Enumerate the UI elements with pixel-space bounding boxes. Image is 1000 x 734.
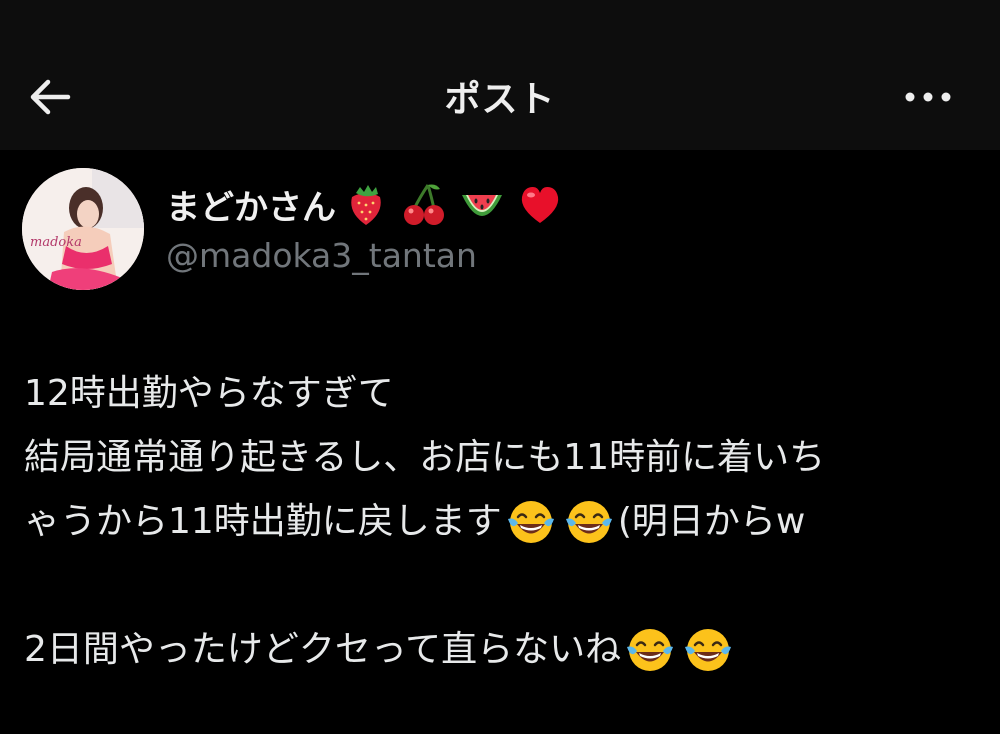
post-line-3: ゃうから11時出勤に戻します (明日からw <box>24 490 984 554</box>
avatar-watermark: madoka <box>30 235 82 250</box>
post-line-4-text: 2日間やったけどクセって直らないね <box>24 629 622 670</box>
page-title: ポスト <box>444 79 556 120</box>
display-name-text: まどかさん <box>166 188 336 228</box>
red-heart-icon <box>521 186 559 223</box>
post-text: 12時出勤やらなすぎて 結局通常通り起きるし、お店にも11時前に着いち ゃうから… <box>24 362 984 682</box>
post-line-2: 結局通常通り起きるし、お店にも11時前に着いち <box>24 437 826 478</box>
post-line-4: 2日間やったけどクセって直らないね <box>24 618 984 682</box>
watermelon-icon <box>462 194 502 216</box>
post-line-3-suffix: (明日からw <box>617 501 806 542</box>
face-with-tears-of-joy-icon <box>685 629 732 671</box>
face-with-tears-of-joy-icon <box>627 629 674 671</box>
avatar[interactable]: madoka <box>22 168 144 290</box>
post-line-3-text: ゃうから11時出勤に戻します <box>24 501 502 542</box>
cherries-icon <box>404 183 444 225</box>
more-options-button[interactable] <box>904 82 956 112</box>
avatar-image: madoka <box>22 168 144 290</box>
more-horizontal-icon <box>905 92 951 102</box>
post-line-1: 12時出勤やらなすぎて <box>24 373 394 414</box>
author-display-name[interactable]: まどかさん <box>166 180 574 229</box>
author-handle[interactable]: @madoka3_tantan <box>166 236 477 275</box>
strawberry-icon <box>351 184 381 225</box>
face-with-tears-of-joy-icon <box>565 501 612 543</box>
face-with-tears-of-joy-icon <box>507 501 554 543</box>
top-nav-bar: ポスト <box>0 0 1000 150</box>
